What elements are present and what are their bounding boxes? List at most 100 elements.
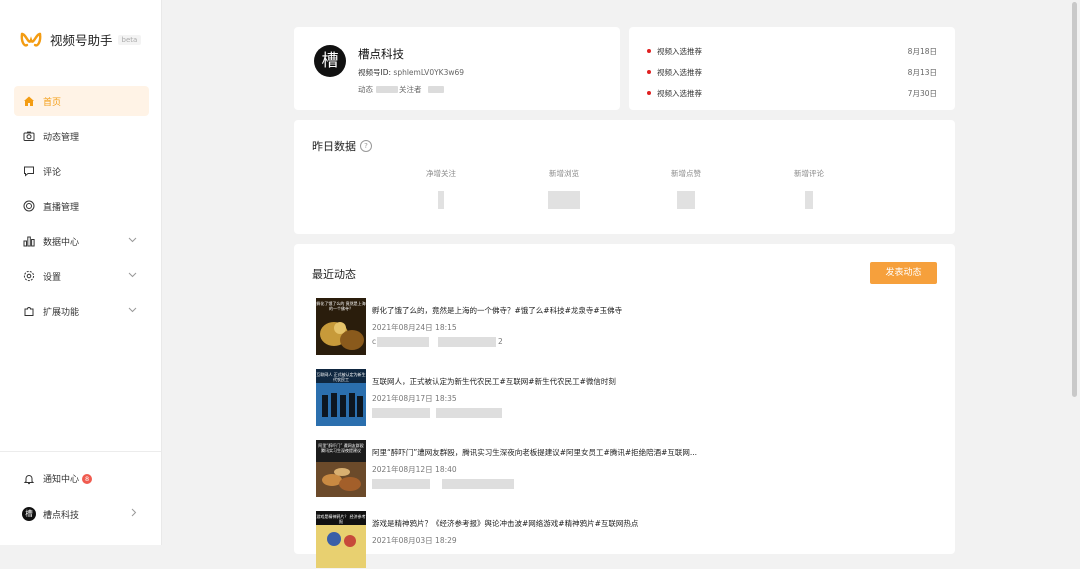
notice-date: 7月30日 [907,88,937,98]
post-time: 2021年08月17日 18:35 [372,394,457,403]
post-title: 阿里“醉吓门”遭网友群殴，腾讯实习生深夜向老板提建议#阿里女员工#腾讯#拒绝陪酒… [372,448,698,457]
post-title: 孵化了饿了么的，竟然是上海的一个佛寺？#饿了么#科技#龙泉寺#玉佛寺 [372,306,623,315]
nav-label: 设置 [43,272,62,283]
redacted-value [376,86,398,93]
stat-label: 新增评论 [794,169,824,178]
notice-item[interactable]: 视频入选推荐 7月30日 [647,86,937,100]
post-item[interactable]: 互联网人 正式被认定为新生代农民工 互联网人，正式被认定为新生代农民工#互联网#… [316,369,916,427]
stat-label: 净增关注 [426,169,456,178]
post-item[interactable]: 阿里“醉吓门” 遭网友群殴 腾讯实习生深夜提建议 阿里“醉吓门”遭网友群殴，腾讯… [316,440,916,498]
nav-item-live[interactable]: 直播管理 [14,191,149,221]
section-title: 昨日数据 ? [312,138,372,154]
beta-badge: beta [117,34,142,45]
nav-item-comments[interactable]: 评论 [14,156,149,186]
stat-new-views: 新增浏览 [524,168,604,209]
notice-text: 视频入选推荐 [657,67,702,77]
notify-badge: 8 [82,473,93,484]
avatar: 槽 [314,45,346,77]
post-title: 互联网人，正式被认定为新生代农民工#互联网#新生代农民工#微信时刻 [372,377,616,386]
post-stats: c 2 [372,337,522,347]
profile-stats: 动态 关注者 [358,84,444,95]
post-item[interactable]: 孵化了饿了么的 竟然是上海的一个佛寺？ 孵化了饿了么的，竟然是上海的一个佛寺？#… [316,298,916,356]
redacted-value [548,191,580,209]
nav-item-home[interactable]: 首页 [14,86,149,116]
notice-card: 视频入选推荐 8月18日 视频入选推荐 8月13日 视频入选推荐 7月30日 [629,27,955,110]
nav-item-settings[interactable]: 设置 [14,261,149,291]
post-item[interactable]: 游戏是精神鸦片？ 经济参考报 游戏是精神鸦片？《经济参考报》舆论冲击波#网络游戏… [316,511,916,569]
post-thumbnail: 互联网人 正式被认定为新生代农民工 [316,369,366,426]
settings-icon [22,270,35,283]
sidebar-nav: 首页 动态管理 评论 直播管理 数据中心 设置 扩展功能 [14,86,149,331]
nav-label: 数据中心 [43,237,80,248]
home-icon [22,95,35,108]
notice-item[interactable]: 视频入选推荐 8月13日 [647,65,937,79]
post-stats [372,479,522,489]
publish-post-button[interactable]: 发表动态 [870,262,937,284]
comment-icon [22,165,35,178]
recent-posts-card: 最近动态 发表动态 孵化了饿了么的 竟然是上海的一个佛寺？ 孵化了饿了么的，竟然… [294,244,955,568]
post-stats [372,408,522,418]
profile-id-value: sphlemLV0YK3w69 [393,68,465,77]
stat-net-follow: 净增关注 [401,168,481,209]
brand[interactable]: 视频号助手 beta [20,30,142,49]
puzzle-icon [22,305,35,318]
camera-icon [22,130,35,143]
live-icon [22,200,35,213]
bell-icon [22,472,35,485]
profile-card: 槽 槽点科技 视频号ID: sphlemLV0YK3w69 动态 关注者 [294,27,620,110]
sidebar: 视频号助手 beta 首页 动态管理 评论 直播管理 数据中心 设置 扩展功能 … [0,0,162,545]
scrollbar-thumb[interactable] [1072,2,1077,397]
post-thumbnail: 阿里“醉吓门” 遭网友群殴 腾讯实习生深夜提建议 [316,440,366,497]
nav-item-extensions[interactable]: 扩展功能 [14,296,149,326]
profile-name: 槽点科技 [358,47,404,61]
notice-text: 视频入选推荐 [657,88,702,98]
help-icon[interactable]: ? [360,140,372,152]
notice-item[interactable]: 视频入选推荐 8月18日 [647,44,937,58]
yesterday-title: 昨日数据 [312,140,356,153]
post-title: 游戏是精神鸦片？《经济参考报》舆论冲击波#网络游戏#精神鸦片#互联网热点 [372,519,639,528]
follow-label: 关注者 [399,85,422,94]
unread-dot [647,91,651,95]
avatar: 槽 [22,507,36,521]
section-title: 最近动态 [312,268,356,281]
yesterday-data-card: 昨日数据 ? 净增关注 新增浏览 新增点赞 新增评论 [294,120,955,234]
unread-dot [647,70,651,74]
chevron-right-icon [131,508,137,520]
post-time: 2021年08月24日 18:15 [372,323,457,332]
redacted-value [677,191,695,209]
post-thumbnail: 孵化了饿了么的 竟然是上海的一个佛寺？ [316,298,366,355]
dynamic-label: 动态 [358,85,373,94]
post-time: 2021年08月12日 18:40 [372,465,457,474]
profile-id-label: 视频号ID: [358,68,392,77]
nav-item-data-center[interactable]: 数据中心 [14,226,149,256]
redacted-value [427,86,444,93]
nav-item-posts[interactable]: 动态管理 [14,121,149,151]
stat-label: 新增浏览 [549,169,579,178]
nav-label: 动态管理 [43,132,80,143]
notification-center[interactable]: 通知中心 8 [22,472,93,485]
notice-text: 视频入选推荐 [657,46,702,56]
redacted-value [438,191,444,209]
post-time: 2021年08月03日 18:29 [372,536,457,545]
account-name: 槽点科技 [43,510,80,521]
nav-label: 评论 [43,167,62,178]
notice-date: 8月13日 [907,67,937,77]
redacted-value [805,191,813,209]
brand-title: 视频号助手 [50,33,113,48]
notify-label: 通知中心 [43,475,80,485]
stat-new-comments: 新增评论 [769,168,849,209]
stat-label: 新增点赞 [671,169,701,178]
page-scrollbar[interactable] [1070,0,1080,545]
unread-dot [647,49,651,53]
chevron-down-icon [128,271,137,281]
post-thumbnail: 游戏是精神鸦片？ 经济参考报 [316,511,366,568]
nav-label: 扩展功能 [43,307,80,318]
profile-id: 视频号ID: sphlemLV0YK3w69 [358,67,464,78]
chevron-down-icon [128,236,137,246]
notice-date: 8月18日 [907,46,937,56]
chevron-down-icon [128,306,137,316]
stat-fragment: c [372,337,377,346]
stat-new-likes: 新增点赞 [646,168,726,209]
chart-icon [22,235,35,248]
sidebar-account[interactable]: 槽 槽点科技 [22,507,137,521]
